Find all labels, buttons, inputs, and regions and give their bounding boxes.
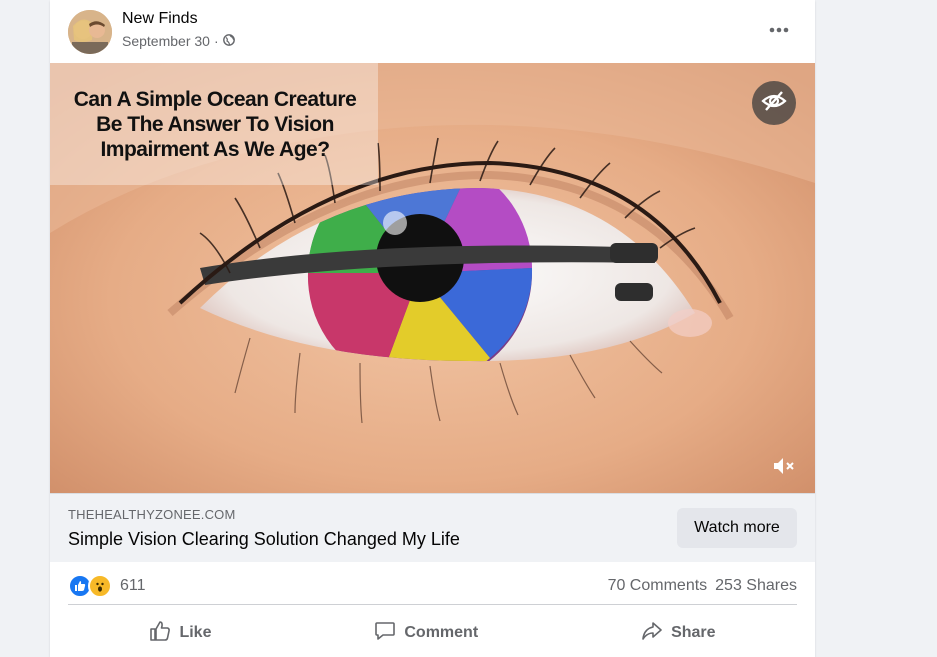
author-name[interactable]: New Finds xyxy=(122,10,198,28)
link-domain: THEHEALTHYZONEE.COM xyxy=(68,507,236,522)
watch-more-button[interactable]: Watch more xyxy=(677,508,797,548)
comment-bubble-icon xyxy=(374,620,396,647)
share-button[interactable]: Share xyxy=(617,614,739,653)
reactions-bar: 611 70 Comments 253 Shares xyxy=(68,568,797,605)
comments-count[interactable]: 70 Comments xyxy=(608,577,708,595)
meta-separator: · xyxy=(213,33,219,49)
share-arrow-icon xyxy=(641,620,663,647)
wow-reaction-icon xyxy=(88,574,112,598)
reaction-count: 611 xyxy=(120,577,146,594)
thumbs-up-icon xyxy=(149,620,171,647)
comment-label: Comment xyxy=(404,624,479,641)
more-dots-icon xyxy=(769,20,789,38)
like-label: Like xyxy=(179,624,212,641)
hide-ad-button[interactable] xyxy=(752,81,796,125)
share-label: Share xyxy=(671,624,716,641)
reaction-summary[interactable]: 611 xyxy=(68,574,146,598)
link-title[interactable]: Simple Vision Clearing Solution Changed … xyxy=(68,529,460,550)
post-actions: Like Comment Share xyxy=(68,610,797,656)
feed-post: New Finds September 30 · Can A Simple Oc… xyxy=(50,0,815,657)
post-date[interactable]: September 30 xyxy=(122,33,210,49)
more-options-button[interactable] xyxy=(761,14,797,44)
video-media[interactable]: Can A Simple Ocean Creature Be The Answe… xyxy=(50,63,815,493)
shares-count[interactable]: 253 Shares xyxy=(715,577,797,595)
like-button[interactable]: Like xyxy=(125,614,235,653)
comment-button[interactable]: Comment xyxy=(350,614,502,653)
eye-slash-icon xyxy=(761,88,787,119)
post-meta: September 30 · xyxy=(122,33,235,49)
link-preview[interactable]: THEHEALTHYZONEE.COM Simple Vision Cleari… xyxy=(50,493,815,562)
author-avatar[interactable] xyxy=(68,10,112,54)
muted-speaker-icon xyxy=(772,455,796,482)
globe-icon[interactable] xyxy=(222,33,235,49)
video-headline: Can A Simple Ocean Creature Be The Answe… xyxy=(73,88,357,161)
engagement-counts: 70 Comments 253 Shares xyxy=(608,577,797,595)
unmute-button[interactable] xyxy=(768,452,800,484)
